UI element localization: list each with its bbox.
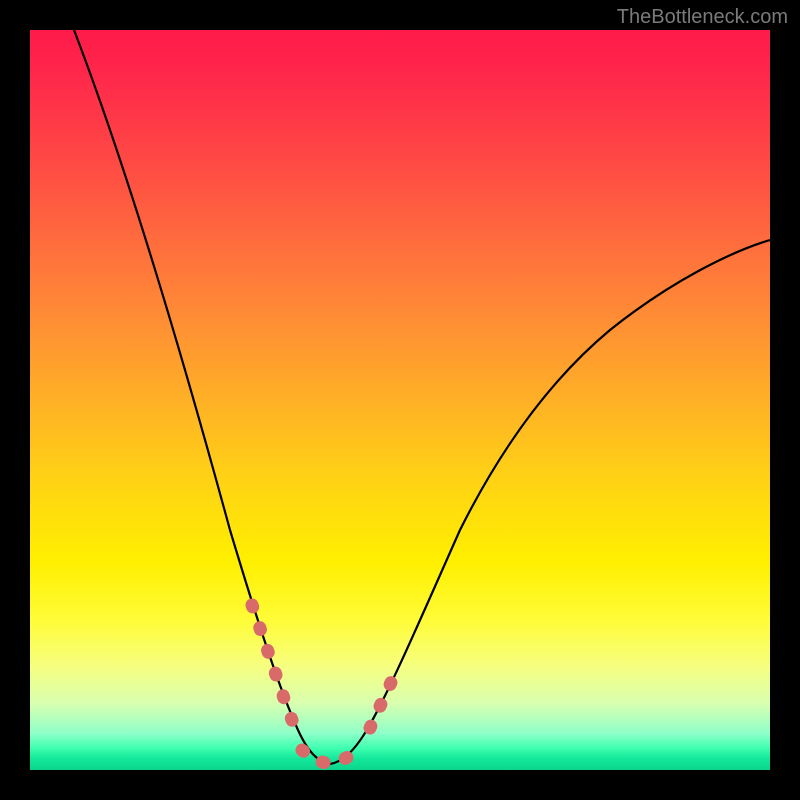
plot-area [30, 30, 770, 770]
highlight-left-dash [252, 605, 298, 735]
highlight-valley-dash [302, 744, 362, 763]
watermark-text: TheBottleneck.com [617, 6, 788, 29]
curve-svg [30, 30, 770, 770]
bottleneck-curve-line [74, 30, 770, 764]
